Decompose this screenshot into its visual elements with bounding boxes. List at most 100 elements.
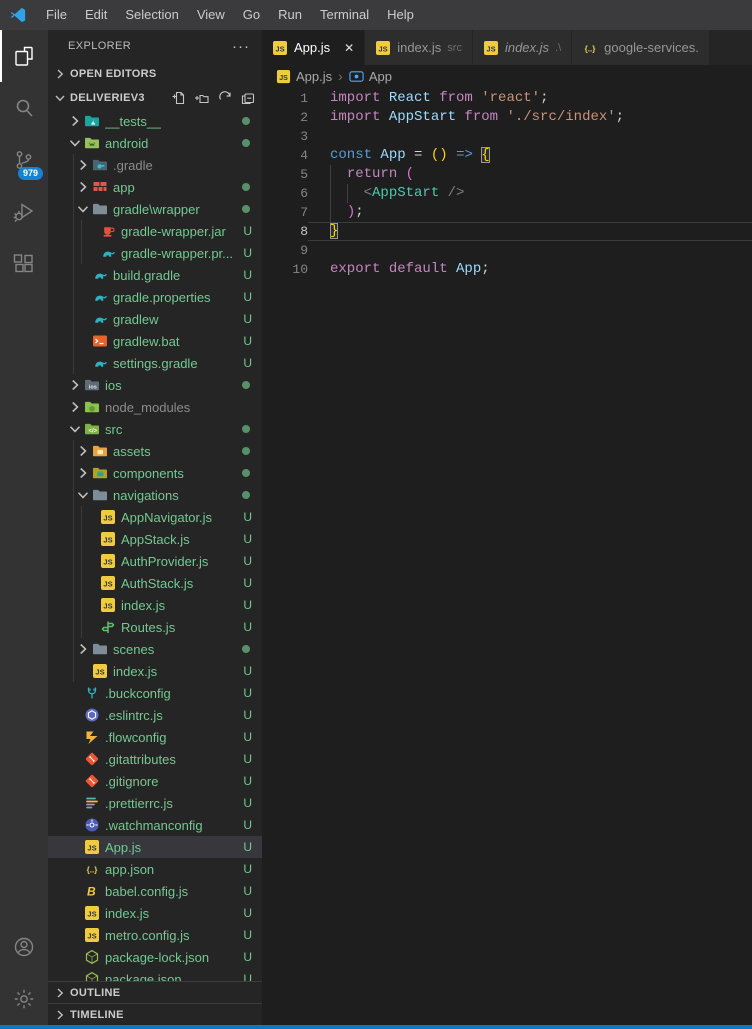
section-open-editors[interactable]: OPEN EDITORS — [48, 62, 262, 86]
code-line-6[interactable]: 6 <AppStart /> — [262, 184, 752, 203]
tab-index.js[interactable]: JS index.js .\ — [472, 30, 573, 65]
tree-item-index.js[interactable]: JS index.js U — [48, 594, 262, 616]
tree-item-.flowconfig[interactable]: .flowconfig U — [48, 726, 262, 748]
breadcrumb-symbol[interactable]: App — [369, 69, 392, 84]
more-actions-icon[interactable]: ··· — [232, 38, 250, 55]
tree-item-.gitattributes[interactable]: .gitattributes U — [48, 748, 262, 770]
chevron-down-icon[interactable] — [74, 487, 92, 503]
code-line-1[interactable]: 1 import React from 'react'; — [262, 89, 752, 108]
chevron-right-icon[interactable] — [74, 641, 92, 657]
tree-item-gradlew.bat[interactable]: gradlew.bat U — [48, 330, 262, 352]
section-outline[interactable]: OUTLINE — [48, 981, 262, 1003]
tree-item-android[interactable]: android — [48, 132, 262, 154]
tree-item-.watchmanconfig[interactable]: .watchmanconfig U — [48, 814, 262, 836]
code-line-7[interactable]: 7 ); — [262, 203, 752, 222]
menu-help[interactable]: Help — [378, 0, 423, 30]
code-line-9[interactable]: 9 — [262, 241, 752, 260]
chevron-down-icon[interactable] — [74, 201, 92, 217]
tree-item-authstack.js[interactable]: JS AuthStack.js U — [48, 572, 262, 594]
tree-item-gradle-wrapper.pr...[interactable]: gradle-wrapper.pr... U — [48, 242, 262, 264]
refresh-icon[interactable] — [217, 90, 233, 106]
tab-index.js[interactable]: JS index.js src — [365, 30, 473, 65]
tree-item-__tests__[interactable]: __tests__ — [48, 110, 262, 132]
tree-item-appstack.js[interactable]: JS AppStack.js U — [48, 528, 262, 550]
menu-run[interactable]: Run — [269, 0, 311, 30]
code-line-text[interactable]: } — [308, 222, 752, 241]
tree-item-.buckconfig[interactable]: .buckconfig U — [48, 682, 262, 704]
code-line-8[interactable]: 8} — [262, 222, 752, 241]
tree-item-authprovider.js[interactable]: JS AuthProvider.js U — [48, 550, 262, 572]
chevron-down-icon[interactable] — [66, 135, 84, 151]
code-line-3[interactable]: 3 — [262, 127, 752, 146]
chevron-right-icon[interactable] — [66, 377, 84, 393]
tree-item-metro.config.js[interactable]: JS metro.config.js U — [48, 924, 262, 946]
code-line-text[interactable] — [308, 127, 752, 146]
chevron-right-icon[interactable] — [66, 399, 84, 415]
section-timeline[interactable]: TIMELINE — [48, 1003, 262, 1025]
tree-item-build.gradle[interactable]: build.gradle U — [48, 264, 262, 286]
chevron-right-icon[interactable] — [74, 465, 92, 481]
code-line-text[interactable]: return ( — [308, 165, 752, 184]
tree-item-scenes[interactable]: scenes — [48, 638, 262, 660]
chevron-right-icon[interactable] — [74, 157, 92, 173]
chevron-right-icon[interactable] — [74, 179, 92, 195]
tree-item-routes.js[interactable]: Routes.js U — [48, 616, 262, 638]
code-line-5[interactable]: 5 return ( — [262, 165, 752, 184]
tree-item-package.json[interactable]: package.json U — [48, 968, 262, 981]
tree-item-.gitignore[interactable]: .gitignore U — [48, 770, 262, 792]
menu-terminal[interactable]: Terminal — [311, 0, 378, 30]
menu-view[interactable]: View — [188, 0, 234, 30]
tree-item-babel.config.js[interactable]: Bbabel.config.js U — [48, 880, 262, 902]
tree-item-index.js[interactable]: JS index.js U — [48, 902, 262, 924]
chevron-right-icon[interactable] — [74, 443, 92, 459]
tree-item-package-lock.json[interactable]: package-lock.json U — [48, 946, 262, 968]
tree-item-index.js[interactable]: JS index.js U — [48, 660, 262, 682]
new-folder-icon[interactable] — [194, 90, 210, 106]
menu-edit[interactable]: Edit — [76, 0, 116, 30]
breadcrumb[interactable]: JS App.js › App — [262, 65, 752, 87]
tree-item-app.json[interactable]: {..} app.json U — [48, 858, 262, 880]
tree-item-gradle-wrapper.jar[interactable]: gradle-wrapper.jar U — [48, 220, 262, 242]
activity-source-control[interactable]: 979 — [0, 134, 48, 186]
chevron-down-icon[interactable] — [66, 421, 84, 437]
code-line-text[interactable]: import React from 'react'; — [308, 89, 752, 108]
code-line-text[interactable]: import AppStart from './src/index'; — [308, 108, 752, 127]
chevron-right-icon[interactable] — [66, 113, 84, 129]
code-line-text[interactable] — [308, 241, 752, 260]
tree-item-navigations[interactable]: navigations — [48, 484, 262, 506]
menu-selection[interactable]: Selection — [116, 0, 187, 30]
tree-item-components[interactable]: components — [48, 462, 262, 484]
tree-item-ios[interactable]: ios ios — [48, 374, 262, 396]
tree-item-appnavigator.js[interactable]: JS AppNavigator.js U — [48, 506, 262, 528]
tree-item-.gradle[interactable]: .gradle — [48, 154, 262, 176]
code-line-text[interactable]: const App = () => { — [308, 146, 752, 165]
new-file-icon[interactable] — [171, 90, 187, 106]
code-line-2[interactable]: 2 import AppStart from './src/index'; — [262, 108, 752, 127]
activity-run-debug[interactable] — [0, 186, 48, 238]
tree-item-gradlew[interactable]: gradlew U — [48, 308, 262, 330]
tree-item-node_modules[interactable]: node_modules — [48, 396, 262, 418]
code-line-text[interactable]: ); — [308, 203, 752, 222]
tab-google-services.[interactable]: {..} google-services. — [572, 30, 710, 65]
tab-app.js[interactable]: JS App.js ✕ — [262, 30, 366, 65]
tree-item-src[interactable]: </> src — [48, 418, 262, 440]
activity-search[interactable] — [0, 82, 48, 134]
breadcrumb-file[interactable]: App.js — [296, 69, 332, 84]
code-line-10[interactable]: 10 export default App; — [262, 260, 752, 279]
code-line-4[interactable]: 4 const App = () => { — [262, 146, 752, 165]
menu-go[interactable]: Go — [234, 0, 269, 30]
tree-item-.eslintrc.js[interactable]: .eslintrc.js U — [48, 704, 262, 726]
tree-item-app[interactable]: app — [48, 176, 262, 198]
tree-item-assets[interactable]: assets — [48, 440, 262, 462]
activity-explorer[interactable] — [0, 30, 48, 82]
code-line-text[interactable]: export default App; — [308, 260, 752, 279]
tree-item-gradle-wrapper[interactable]: gradle\wrapper — [48, 198, 262, 220]
tree-item-gradle.properties[interactable]: gradle.properties U — [48, 286, 262, 308]
close-icon[interactable]: ✕ — [344, 41, 354, 55]
code-editor[interactable]: 1 import React from 'react'; 2 import AppSt… — [262, 87, 752, 1025]
activity-extensions[interactable] — [0, 238, 48, 290]
tree-item-settings.gradle[interactable]: settings.gradle U — [48, 352, 262, 374]
activity-settings[interactable] — [0, 973, 48, 1025]
code-line-text[interactable]: <AppStart /> — [308, 184, 752, 203]
collapse-all-icon[interactable] — [240, 90, 256, 106]
